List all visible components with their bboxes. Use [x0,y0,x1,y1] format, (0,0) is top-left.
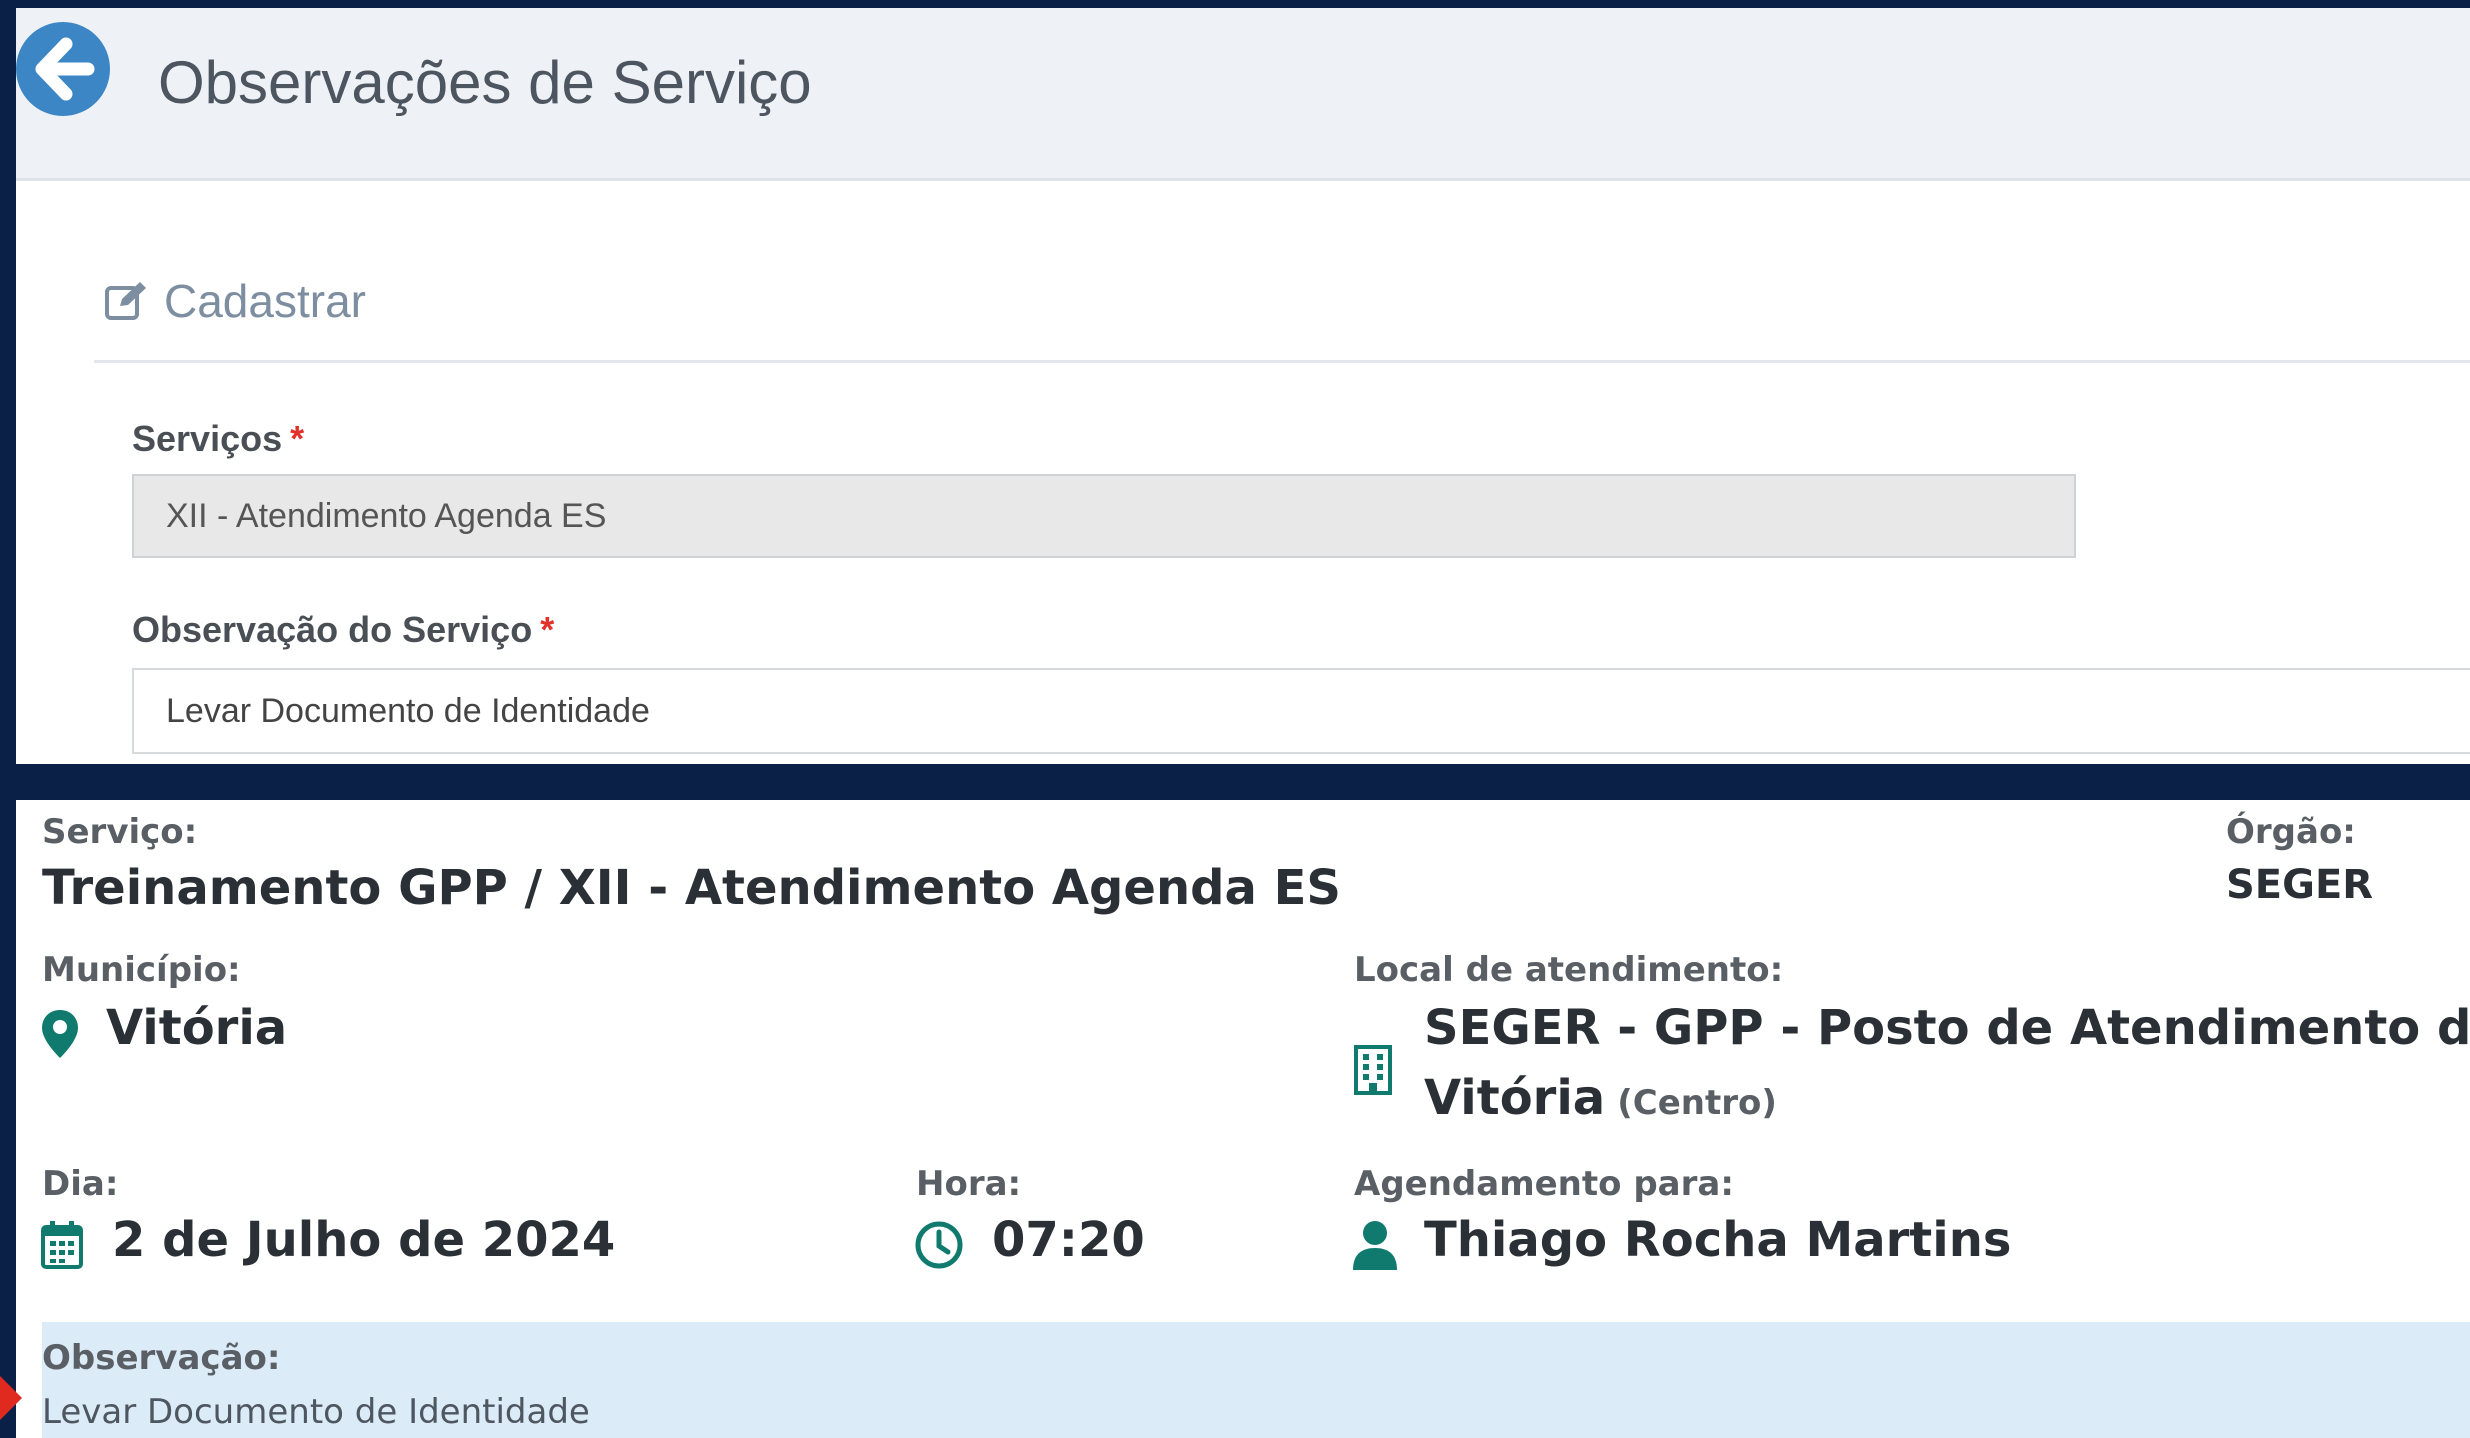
service-observation-label-text: Observação do Serviço [132,609,533,650]
service-label: Serviço: [42,812,198,852]
location-district: (Centro) [1617,1083,1777,1123]
observation-value: Levar Documento de Identidade [42,1392,590,1432]
red-pointer-marker [0,1376,22,1420]
location-value-line1: SEGER - GPP - Posto de Atendimento de [1424,1000,2470,1056]
location-value-line2: Vitória (Centro) [1424,1070,1777,1126]
location-label: Local de atendimento: [1354,950,1784,990]
organ-value: SEGER [2226,862,2374,908]
time-label: Hora: [916,1164,1022,1204]
time-value: 07:20 [992,1212,1145,1268]
location-city: Vitória [1424,1070,1606,1126]
register-section-title: Cadastrar [164,275,366,327]
services-field[interactable]: XII - Atendimento Agenda ES [132,474,2076,558]
organ-label: Órgão: [2226,812,2356,852]
appointment-details-panel: Serviço: Treinamento GPP / XII - Atendim… [16,800,2470,1438]
appointment-label: Agendamento para: [1354,1164,1734,1204]
required-marker: * [540,609,555,650]
building-icon [1354,1045,1392,1095]
back-button[interactable] [16,22,110,116]
required-marker: * [290,418,305,459]
service-observations-panel: Observações de Serviço Cadastrar Serviço… [16,8,2470,764]
map-pin-icon [42,1010,78,1058]
municipality-label: Município: [42,950,241,990]
page-title: Observações de Serviço [158,49,812,116]
appointment-value: Thiago Rocha Martins [1424,1212,2012,1268]
clock-icon [915,1221,963,1269]
services-label: Serviços * [132,418,304,460]
calendar-icon [41,1221,83,1269]
arrow-left-icon [35,37,95,101]
observation-label: Observação: [42,1338,281,1378]
day-value: 2 de Julho de 2024 [112,1212,616,1268]
service-observation-label: Observação do Serviço * [132,609,554,651]
user-icon [1353,1221,1397,1270]
edit-icon [105,282,146,320]
day-label: Dia: [42,1164,119,1204]
services-label-text: Serviços [132,418,283,459]
observation-box: Observação: Levar Documento de Identidad… [42,1322,2470,1438]
municipality-value: Vitória [106,1000,288,1056]
register-section-header: Cadastrar [104,266,366,336]
service-value: Treinamento GPP / XII - Atendimento Agen… [42,860,1341,916]
page-header: Observações de Serviço [16,8,2470,181]
section-divider [94,360,2470,363]
service-observation-input[interactable] [132,668,2470,754]
